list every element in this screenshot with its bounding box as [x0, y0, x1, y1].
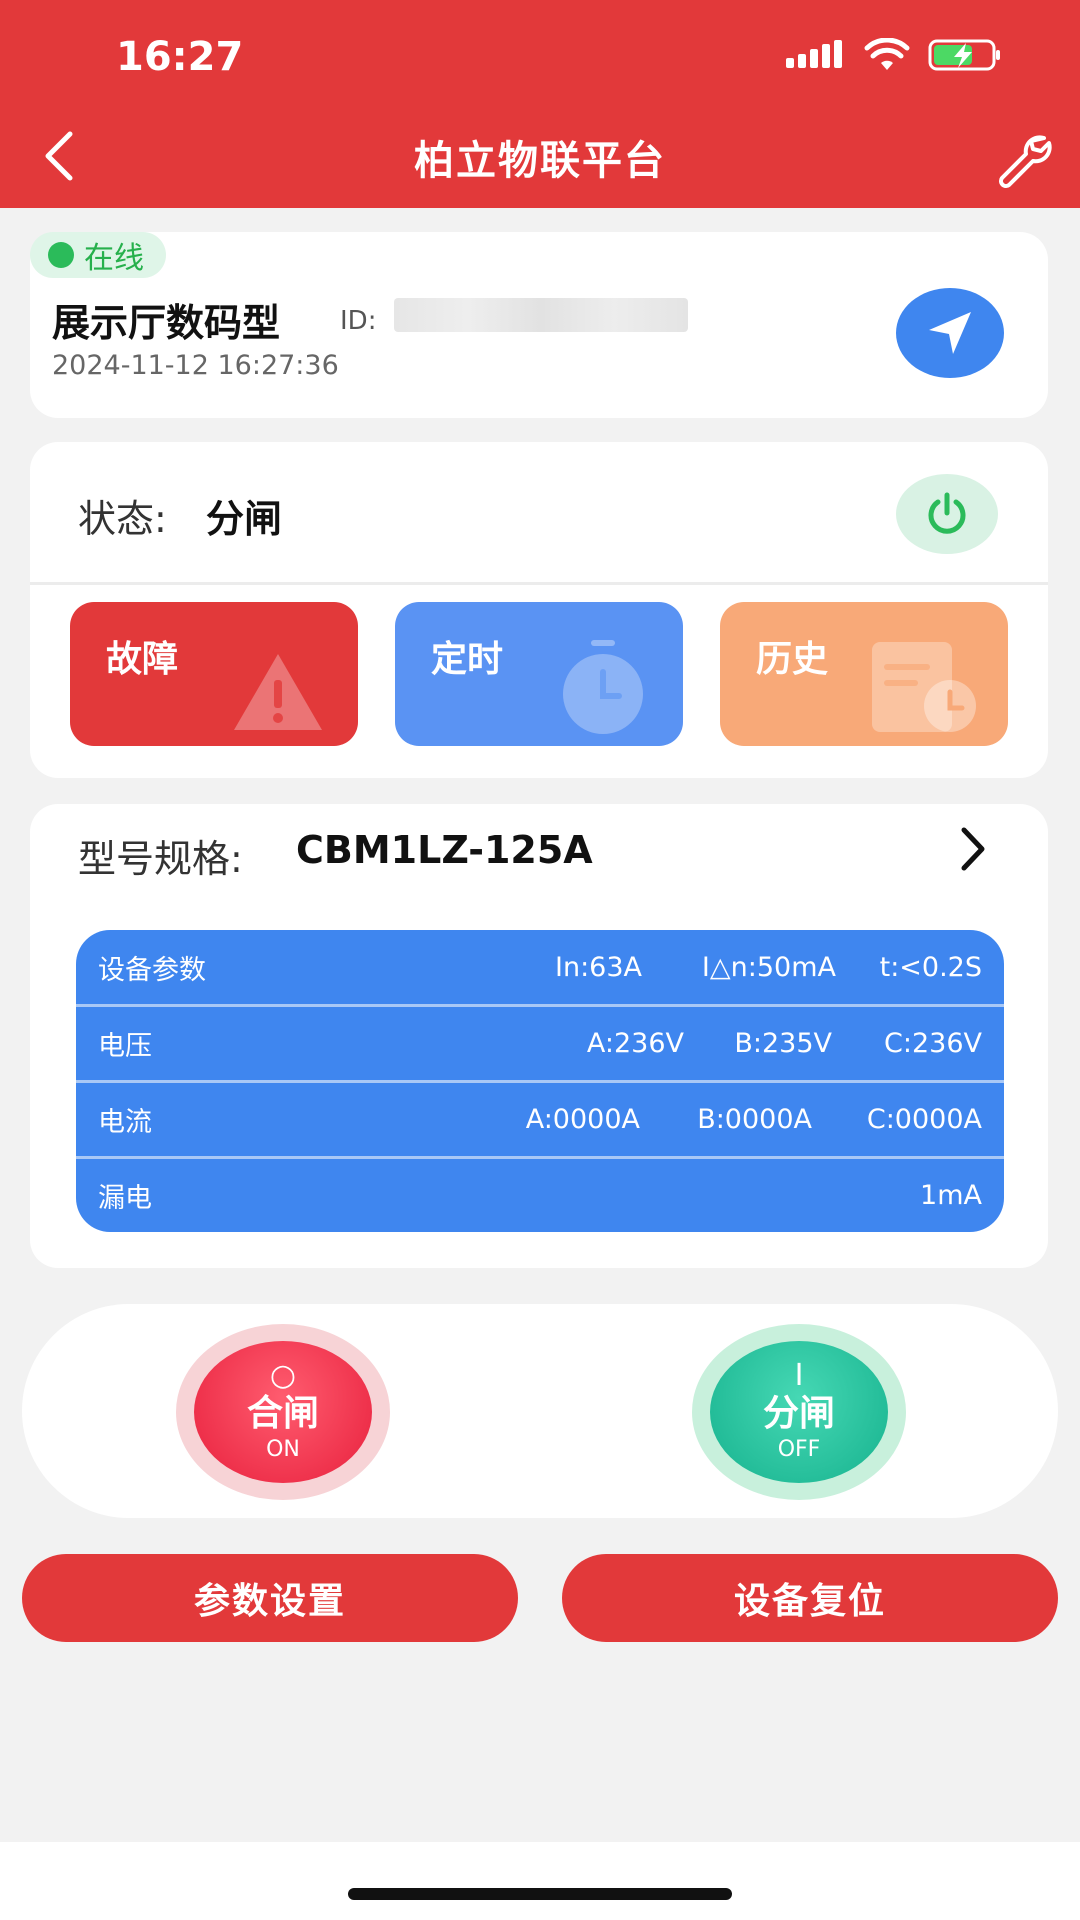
- fault-tile[interactable]: 故障: [70, 602, 358, 746]
- model-card: 型号规格: CBM1LZ-125A 设备参数 In:63A I△n:50mA t…: [30, 804, 1048, 1268]
- history-tile-label: 历史: [756, 639, 829, 680]
- params-value: B:235V: [734, 1027, 832, 1059]
- timer-tile-label: 定时: [431, 639, 504, 680]
- params-row-current: 电流 A:0000A B:0000A C:0000A: [76, 1082, 1004, 1156]
- device-id-label: ID:: [340, 306, 377, 336]
- parameter-settings-button[interactable]: 参数设置: [22, 1554, 518, 1642]
- state-card: 状态: 分闸 故障 定时 历史: [30, 442, 1048, 778]
- switch-off-face: I 分闸 OFF: [710, 1341, 888, 1483]
- device-reset-button[interactable]: 设备复位: [562, 1554, 1058, 1642]
- params-value: t:<0.2S: [879, 951, 982, 983]
- model-value: CBM1LZ-125A: [296, 828, 593, 872]
- switch-off-sublabel: OFF: [777, 1437, 821, 1462]
- params-value: A:0000A: [525, 1103, 640, 1135]
- params-row-voltage: 电压 A:236V B:235V C:236V: [76, 1006, 1004, 1080]
- navigation-arrow-icon: [929, 312, 971, 354]
- online-status-label: 在线: [84, 241, 144, 276]
- switch-panel: ○ 合闸 ON I 分闸 OFF: [22, 1304, 1058, 1518]
- power-button[interactable]: [896, 474, 998, 554]
- params-value: I△n:50mA: [701, 951, 836, 983]
- params-value: A:236V: [586, 1027, 684, 1059]
- close-switch-on-button[interactable]: ○ 合闸 ON: [176, 1324, 390, 1500]
- status-bar-time: 16:27: [116, 34, 244, 80]
- app-header: 16:27 柏立物联平台: [0, 0, 1080, 208]
- state-value: 分闸: [206, 497, 283, 541]
- device-timestamp: 2024-11-12 16:27:36: [52, 350, 339, 381]
- params-row-label: 设备参数: [98, 954, 206, 986]
- device-params-table: 设备参数 In:63A I△n:50mA t:<0.2S 电压 A:236V B…: [76, 930, 1004, 1232]
- open-switch-off-button[interactable]: I 分闸 OFF: [692, 1324, 906, 1500]
- switch-on-face: ○ 合闸 ON: [194, 1341, 372, 1483]
- switch-off-label: 分闸: [762, 1393, 835, 1434]
- params-row-label: 电压: [98, 1030, 152, 1062]
- history-tile[interactable]: 历史: [720, 602, 1008, 746]
- device-name: 展示厅数码型: [52, 301, 281, 345]
- wrench-settings-icon[interactable]: [992, 128, 1052, 188]
- online-dot-icon: [48, 242, 74, 268]
- switch-on-label: 合闸: [246, 1393, 319, 1434]
- circle-on-icon: ○: [269, 1358, 297, 1393]
- params-value: C:0000A: [866, 1103, 982, 1135]
- wifi-icon: [864, 38, 910, 70]
- timer-tile[interactable]: 定时: [395, 602, 683, 746]
- model-label: 型号规格:: [78, 837, 243, 881]
- status-bar-icons: [786, 38, 1002, 72]
- state-label: 状态:: [78, 497, 167, 541]
- params-row-device: 设备参数 In:63A I△n:50mA t:<0.2S: [76, 930, 1004, 1004]
- params-value: 1mA: [920, 1179, 982, 1211]
- params-value: In:63A: [555, 951, 642, 983]
- fault-tile-label: 故障: [106, 639, 179, 680]
- online-status-badge: 在线: [30, 232, 166, 278]
- device-info-card: 在线 展示厅数码型 ID: 2024-11-12 16:27:36: [30, 232, 1048, 418]
- signal-icon: [786, 40, 842, 68]
- params-row-label: 漏电: [98, 1182, 152, 1214]
- page-title: 柏立物联平台: [414, 138, 666, 184]
- stopwatch-icon: [563, 640, 643, 734]
- params-row-label: 电流: [98, 1106, 152, 1138]
- switch-on-sublabel: ON: [266, 1437, 300, 1462]
- bottom-safe-area: [0, 1842, 1080, 1920]
- navigate-button[interactable]: [896, 288, 1004, 378]
- battery-charging-icon: [928, 39, 1000, 71]
- power-icon: [928, 492, 966, 534]
- device-id-redacted: [394, 298, 688, 332]
- params-value: C:236V: [884, 1027, 982, 1059]
- bar-off-icon: I: [794, 1358, 804, 1393]
- params-value: B:0000A: [697, 1103, 812, 1135]
- history-document-icon: [872, 642, 976, 732]
- divider: [30, 582, 1048, 585]
- warning-icon: [234, 654, 322, 730]
- params-row-leakage: 漏电 1mA: [76, 1158, 1004, 1232]
- chevron-right-icon[interactable]: [958, 824, 988, 874]
- home-indicator[interactable]: [348, 1888, 732, 1900]
